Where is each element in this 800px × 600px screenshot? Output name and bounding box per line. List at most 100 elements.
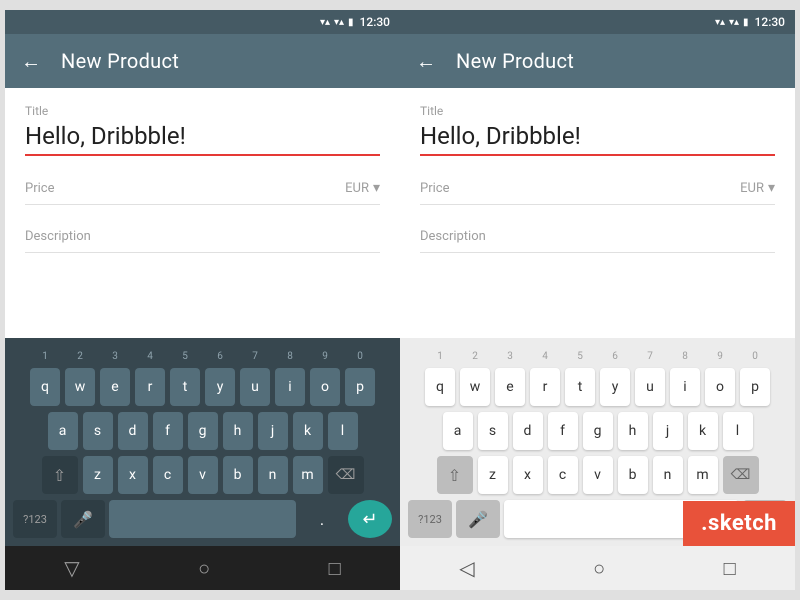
lkey-j[interactable]: j — [653, 412, 683, 450]
key-z[interactable]: z — [83, 456, 113, 494]
nav-recent-light[interactable]: □ — [724, 556, 736, 581]
lkey-v[interactable]: v — [583, 456, 613, 494]
lkey-q[interactable]: q — [425, 368, 455, 406]
back-button-dark[interactable]: ← — [21, 49, 41, 74]
key-j[interactable]: j — [258, 412, 288, 450]
key-e[interactable]: e — [100, 368, 130, 406]
lkey-o[interactable]: o — [705, 368, 735, 406]
mic-key-light[interactable]: 🎤 — [456, 500, 500, 538]
currency-section-dark[interactable]: EUR ▾ — [345, 180, 380, 196]
lkey-num-4[interactable]: 4 — [530, 346, 560, 366]
currency-dropdown-dark[interactable]: ▾ — [373, 180, 380, 196]
key-num-0[interactable]: 0 — [345, 346, 375, 366]
lkey-x[interactable]: x — [513, 456, 543, 494]
lkey-num-8[interactable]: 8 — [670, 346, 700, 366]
lkey-c[interactable]: c — [548, 456, 578, 494]
lkey-w[interactable]: w — [460, 368, 490, 406]
key-num-8[interactable]: 8 — [275, 346, 305, 366]
currency-dropdown-light[interactable]: ▾ — [768, 180, 775, 196]
shift-key-light[interactable]: ⇧ — [437, 456, 473, 494]
title-value-dark[interactable]: Hello, Dribbble! — [25, 122, 380, 156]
period-key-dark[interactable]: . — [300, 500, 344, 538]
key-g[interactable]: g — [188, 412, 218, 450]
key-x[interactable]: x — [118, 456, 148, 494]
shift-key-dark[interactable]: ⇧ — [42, 456, 78, 494]
key-num-6[interactable]: 6 — [205, 346, 235, 366]
key-num-4[interactable]: 4 — [135, 346, 165, 366]
currency-section-light[interactable]: EUR ▾ — [740, 180, 775, 196]
lkey-k[interactable]: k — [688, 412, 718, 450]
space-key-dark[interactable] — [109, 500, 296, 538]
enter-key-dark[interactable]: ↵ — [348, 500, 392, 538]
backspace-key-light[interactable]: ⌫ — [723, 456, 759, 494]
lkey-num-3[interactable]: 3 — [495, 346, 525, 366]
lkey-num-7[interactable]: 7 — [635, 346, 665, 366]
lkey-num-2[interactable]: 2 — [460, 346, 490, 366]
lkey-t[interactable]: t — [565, 368, 595, 406]
lkey-p[interactable]: p — [740, 368, 770, 406]
lkey-num-6[interactable]: 6 — [600, 346, 630, 366]
key-s[interactable]: s — [83, 412, 113, 450]
symbols-key-light[interactable]: ?123 — [408, 500, 452, 538]
key-num-3[interactable]: 3 — [100, 346, 130, 366]
lkey-num-9[interactable]: 9 — [705, 346, 735, 366]
key-n[interactable]: n — [258, 456, 288, 494]
key-row-1-light: q w e r t y u i o p — [404, 368, 791, 406]
lkey-a[interactable]: a — [443, 412, 473, 450]
lkey-h[interactable]: h — [618, 412, 648, 450]
lkey-u[interactable]: u — [635, 368, 665, 406]
key-r[interactable]: r — [135, 368, 165, 406]
mic-key-dark[interactable]: 🎤 — [61, 500, 105, 538]
key-w[interactable]: w — [65, 368, 95, 406]
lkey-r[interactable]: r — [530, 368, 560, 406]
nav-back-dark[interactable]: ▽ — [64, 556, 79, 580]
key-num-2[interactable]: 2 — [65, 346, 95, 366]
key-c[interactable]: c — [153, 456, 183, 494]
key-num-7[interactable]: 7 — [240, 346, 270, 366]
key-b[interactable]: b — [223, 456, 253, 494]
key-p[interactable]: p — [345, 368, 375, 406]
backspace-key-dark[interactable]: ⌫ — [328, 456, 364, 494]
key-y[interactable]: y — [205, 368, 235, 406]
key-num-1[interactable]: 1 — [30, 346, 60, 366]
title-value-light[interactable]: Hello, Dribbble! — [420, 122, 775, 156]
lkey-g[interactable]: g — [583, 412, 613, 450]
key-num-5[interactable]: 5 — [170, 346, 200, 366]
lkey-z[interactable]: z — [478, 456, 508, 494]
lkey-i[interactable]: i — [670, 368, 700, 406]
key-k[interactable]: k — [293, 412, 323, 450]
key-d[interactable]: d — [118, 412, 148, 450]
nav-recent-dark[interactable]: □ — [329, 556, 341, 581]
back-button-light[interactable]: ← — [416, 49, 436, 74]
lkey-num-5[interactable]: 5 — [565, 346, 595, 366]
key-f[interactable]: f — [153, 412, 183, 450]
key-t[interactable]: t — [170, 368, 200, 406]
key-l[interactable]: l — [328, 412, 358, 450]
nav-back-light[interactable]: ◁ — [459, 556, 474, 580]
status-bar-light: ▾▴ ▾▴ ▮ 12:30 — [400, 10, 795, 34]
key-h[interactable]: h — [223, 412, 253, 450]
key-o[interactable]: o — [310, 368, 340, 406]
key-a[interactable]: a — [48, 412, 78, 450]
lkey-b[interactable]: b — [618, 456, 648, 494]
key-num-9[interactable]: 9 — [310, 346, 340, 366]
currency-label-light: EUR — [740, 181, 764, 196]
symbols-key-dark[interactable]: ?123 — [13, 500, 57, 538]
lkey-num-0[interactable]: 0 — [740, 346, 770, 366]
key-v[interactable]: v — [188, 456, 218, 494]
key-q[interactable]: q — [30, 368, 60, 406]
lkey-y[interactable]: y — [600, 368, 630, 406]
lkey-s[interactable]: s — [478, 412, 508, 450]
nav-home-dark[interactable]: ○ — [198, 556, 210, 581]
lkey-num-1[interactable]: 1 — [425, 346, 455, 366]
key-m[interactable]: m — [293, 456, 323, 494]
key-u[interactable]: u — [240, 368, 270, 406]
lkey-n[interactable]: n — [653, 456, 683, 494]
lkey-l[interactable]: l — [723, 412, 753, 450]
lkey-f[interactable]: f — [548, 412, 578, 450]
key-i[interactable]: i — [275, 368, 305, 406]
lkey-d[interactable]: d — [513, 412, 543, 450]
lkey-e[interactable]: e — [495, 368, 525, 406]
nav-home-light[interactable]: ○ — [593, 556, 605, 581]
lkey-m[interactable]: m — [688, 456, 718, 494]
